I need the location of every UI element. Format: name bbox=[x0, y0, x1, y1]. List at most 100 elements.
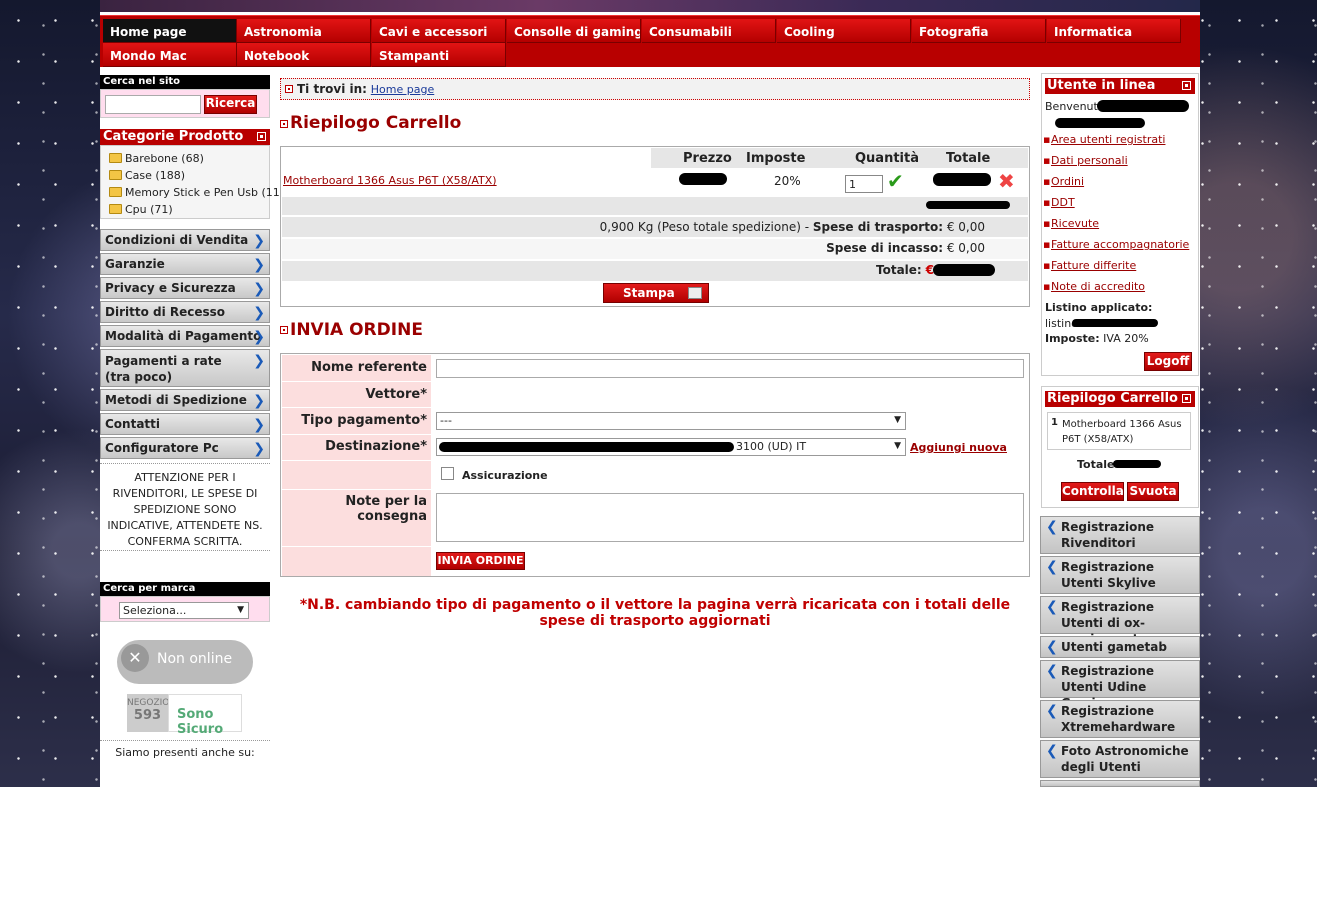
side-link-pagamento[interactable]: Modalità di Pagamento ❯ bbox=[100, 325, 270, 347]
breadcrumb-home-link[interactable]: Home page bbox=[371, 83, 434, 96]
side-link-label: Pagamenti a rate (tra poco) bbox=[105, 354, 222, 384]
side-link-configuratore[interactable]: Configuratore Pc ❯ bbox=[100, 437, 270, 459]
side-link-reg-xtreme[interactable]: ❮ Registrazione Xtremehardware bbox=[1040, 700, 1200, 738]
shop-badge-number: 593 bbox=[133, 708, 162, 723]
submit-order-button[interactable]: INVIA ORDINE bbox=[436, 552, 525, 570]
link-fatture-differite[interactable]: Fatture differite bbox=[1043, 259, 1136, 272]
delivery-notes-textarea[interactable] bbox=[436, 493, 1024, 542]
side-link-reg-udine[interactable]: ❮Registrazione Utenti Udine Gaming bbox=[1040, 660, 1200, 710]
brand-select[interactable]: Seleziona... ▼ bbox=[119, 602, 249, 619]
update-check-icon[interactable]: ✔ bbox=[887, 169, 904, 193]
side-link-label: Contatti bbox=[105, 417, 161, 431]
side-link-reg-rivenditori[interactable]: ❮ Registrazione Rivenditori bbox=[1040, 516, 1200, 554]
check-cart-button[interactable]: Controlla bbox=[1061, 482, 1124, 501]
product-link[interactable]: Motherboard 1366 Asus P6T (X58/ATX) bbox=[283, 174, 497, 187]
mini-cart-item[interactable]: Motherboard 1366 Asus P6T (X58/ATX) bbox=[1062, 417, 1182, 447]
side-link-reg-oxgaming[interactable]: ❮Registrazione Utenti di ox-gaming.net bbox=[1040, 596, 1200, 646]
add-destination-link[interactable]: Aggiungi nuova bbox=[910, 441, 1007, 454]
nav-item-cavi[interactable]: Cavi e accessori bbox=[372, 19, 506, 43]
destination-select[interactable]: 3100 (UD) IT ▼ bbox=[436, 438, 906, 456]
print-button[interactable]: Stampa bbox=[603, 283, 709, 303]
mini-cart-qty: 1 bbox=[1051, 417, 1058, 428]
side-link-spedizione[interactable]: Metodi di Spedizione ❯ bbox=[100, 389, 270, 411]
label-empty bbox=[282, 461, 431, 489]
close-icon: ✕ bbox=[121, 644, 149, 672]
welcome-text: Benvenuto bbox=[1045, 100, 1105, 113]
mini-cart-title: Riepilogo Carrello bbox=[1045, 391, 1195, 407]
category-item[interactable]: Cpu (71) bbox=[109, 203, 173, 216]
collapse-icon[interactable] bbox=[1182, 394, 1191, 403]
nav-item-consumabili[interactable]: Consumabili bbox=[642, 19, 776, 43]
category-item[interactable]: Barebone (68) bbox=[109, 152, 204, 165]
side-link-reg-skylive[interactable]: ❮ Registrazione Utenti Skylive bbox=[1040, 556, 1200, 594]
label-empty bbox=[282, 547, 431, 576]
secure-badge[interactable]: Sono Sicuro bbox=[168, 694, 242, 737]
side-link-label: Privacy e Sicurezza bbox=[105, 281, 236, 295]
chevron-right-icon: ❯ bbox=[253, 281, 265, 297]
cart-table: Prezzo Imposte Quantità Totale Motherboa… bbox=[280, 146, 1030, 307]
nav-item-fotografia[interactable]: Fotografia bbox=[912, 19, 1046, 43]
side-link-recesso[interactable]: Diritto di Recesso ❯ bbox=[100, 301, 270, 323]
side-link-privacy[interactable]: Privacy e Sicurezza ❯ bbox=[100, 277, 270, 299]
chevron-right-icon: ❯ bbox=[253, 257, 265, 273]
nav-item-astronomia[interactable]: Astronomia bbox=[237, 19, 371, 43]
cart-row-subtotal bbox=[282, 197, 1028, 215]
nav-item-mac[interactable]: Mondo Mac bbox=[103, 43, 237, 67]
category-label: Memory Stick e Pen Usb (113) bbox=[125, 186, 292, 199]
collapse-icon[interactable] bbox=[257, 132, 266, 141]
shipping-line: 0,900 Kg (Peso totale spedizione) - Spes… bbox=[600, 220, 985, 234]
side-link-rate[interactable]: Pagamenti a rate (tra poco) ❯ bbox=[100, 349, 270, 387]
link-area-utenti[interactable]: Area utenti registrati bbox=[1043, 133, 1166, 146]
chevron-left-icon: ❮ bbox=[1046, 703, 1058, 719]
side-link-label: Registrazione Rivenditori bbox=[1061, 520, 1154, 550]
search-button[interactable]: Ricerca bbox=[204, 95, 257, 114]
empty-cart-button[interactable]: Svuota bbox=[1127, 482, 1179, 501]
link-ddt[interactable]: DDT bbox=[1043, 196, 1075, 209]
payment-select[interactable]: --- ▼ bbox=[436, 412, 906, 430]
nav-item-stampanti[interactable]: Stampanti bbox=[372, 43, 506, 67]
nav-item-consolle[interactable]: Consolle di gaming bbox=[507, 19, 641, 43]
nav-item-home[interactable]: Home page bbox=[103, 19, 237, 43]
shipping-value: € 0,00 bbox=[946, 220, 985, 234]
link-ricevute[interactable]: Ricevute bbox=[1043, 217, 1099, 230]
side-link-contatti[interactable]: Contatti ❯ bbox=[100, 413, 270, 435]
nome-referente-input[interactable] bbox=[436, 359, 1024, 378]
brand-select-value: Seleziona... bbox=[123, 604, 187, 617]
redacted-grand-total bbox=[933, 264, 995, 276]
header-totale: Totale bbox=[946, 151, 991, 166]
chevron-right-icon: ❯ bbox=[253, 353, 265, 369]
secure-badge-sub: Sono bbox=[177, 707, 214, 722]
nav-item-informatica[interactable]: Informatica bbox=[1047, 19, 1181, 43]
chevron-right-icon: ❯ bbox=[253, 417, 265, 433]
delete-icon[interactable]: ✖ bbox=[998, 169, 1015, 193]
side-link-condizioni[interactable]: Condizioni di Vendita ❯ bbox=[100, 229, 270, 251]
side-link-label: Registrazione Xtremehardware bbox=[1061, 704, 1176, 734]
side-link-label: Configuratore Pc bbox=[105, 441, 219, 455]
category-item[interactable]: Case (188) bbox=[109, 169, 185, 182]
label-note: Note per la consegna bbox=[282, 490, 431, 546]
redacted-mini-total bbox=[1113, 460, 1161, 468]
side-link-gametab[interactable]: ❮ Utenti gametab bbox=[1040, 636, 1200, 658]
print-button-label: Stampa bbox=[623, 286, 675, 300]
side-link-partial[interactable] bbox=[1040, 780, 1200, 787]
category-item[interactable]: Memory Stick e Pen Usb (113) bbox=[109, 186, 291, 199]
link-fatture-accompagnatorie[interactable]: Fatture accompagnatorie bbox=[1043, 238, 1189, 251]
logoff-button[interactable]: Logoff bbox=[1144, 352, 1192, 371]
quantity-input[interactable]: 1 bbox=[845, 175, 883, 193]
side-link-label: Diritto di Recesso bbox=[105, 305, 226, 319]
link-dati-personali[interactable]: Dati personali bbox=[1043, 154, 1128, 167]
search-input[interactable] bbox=[105, 95, 201, 114]
link-ordini[interactable]: Ordini bbox=[1043, 175, 1084, 188]
header-imposte: Imposte bbox=[746, 151, 806, 166]
side-link-garanzie[interactable]: Garanzie ❯ bbox=[100, 253, 270, 275]
nav-item-cooling[interactable]: Cooling bbox=[777, 19, 911, 43]
chevron-right-icon: ❯ bbox=[253, 329, 265, 345]
nav-item-notebook[interactable]: Notebook bbox=[237, 43, 371, 67]
shop-badge[interactable]: NEGOZIO 593 bbox=[127, 694, 169, 732]
brand-title: Cerca per marca bbox=[100, 582, 270, 596]
link-note-accredito[interactable]: Note di accredito bbox=[1043, 280, 1145, 293]
chevron-left-icon: ❮ bbox=[1046, 559, 1058, 575]
collapse-icon[interactable] bbox=[1182, 81, 1191, 90]
side-link-foto-astro[interactable]: ❮ Foto Astronomiche degli Utenti bbox=[1040, 740, 1200, 778]
insurance-checkbox[interactable] bbox=[441, 467, 454, 480]
